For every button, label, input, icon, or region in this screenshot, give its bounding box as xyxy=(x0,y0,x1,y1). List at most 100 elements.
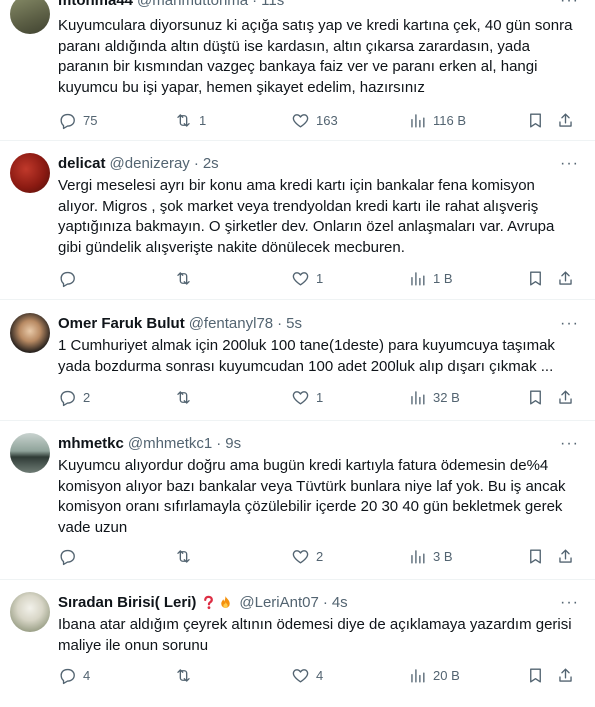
retweet-button[interactable]: 1 xyxy=(174,109,206,131)
share-icon xyxy=(559,389,572,404)
author-handle[interactable]: @LeriAnt07 xyxy=(239,594,318,611)
heart-icon xyxy=(292,549,309,564)
heart-icon xyxy=(292,113,309,128)
timestamp[interactable]: 4s xyxy=(332,594,348,611)
bookmark-button[interactable] xyxy=(526,267,545,289)
action-bar: 2 1 32 B xyxy=(58,386,583,408)
more-options-icon[interactable]: ··· xyxy=(560,315,579,333)
bookmark-icon xyxy=(530,270,541,286)
bookmark-icon xyxy=(530,548,541,564)
heart-icon xyxy=(292,271,309,286)
share-button[interactable] xyxy=(556,267,575,289)
author-name[interactable]: mhmetkc xyxy=(58,435,124,452)
view-count: 116 B xyxy=(433,112,467,128)
reply-button[interactable]: 4 xyxy=(58,664,90,686)
separator-dot: · xyxy=(322,593,328,611)
avatar[interactable] xyxy=(10,153,50,193)
author-name[interactable]: Sıradan Birisi( Leri) xyxy=(58,594,196,611)
share-icon xyxy=(559,548,572,563)
more-options-icon[interactable]: ··· xyxy=(560,155,579,173)
timestamp[interactable]: 5s xyxy=(286,315,302,332)
bookmark-button[interactable] xyxy=(526,545,545,567)
views-button[interactable]: 116 B xyxy=(408,109,466,131)
more-options-icon[interactable]: ··· xyxy=(560,0,579,10)
avatar[interactable] xyxy=(10,0,50,34)
views-chart-icon xyxy=(411,390,425,405)
share-icon xyxy=(559,667,572,682)
reply-count: 4 xyxy=(83,667,91,683)
share-button[interactable] xyxy=(556,664,575,686)
bookmark-button[interactable] xyxy=(526,386,545,408)
like-button[interactable]: 1 xyxy=(291,267,323,289)
like-button[interactable]: 2 xyxy=(291,545,323,567)
author-handle[interactable]: @fentanyl78 xyxy=(189,315,273,332)
tweet-4[interactable]: mhmetkc @mhmetkc1 · 9s ··· Kuyumcu alıyo… xyxy=(0,421,595,580)
tweet-1[interactable]: mtonma44 @manmuttonma · 11s ··· Kuyumcul… xyxy=(0,0,595,141)
avatar[interactable] xyxy=(10,592,50,632)
views-chart-icon xyxy=(411,549,425,564)
views-button[interactable]: 20 B xyxy=(408,664,460,686)
author-handle[interactable]: @mhmetkc1 xyxy=(128,435,212,452)
like-count: 4 xyxy=(316,667,324,683)
reply-button[interactable]: 75 xyxy=(58,109,97,131)
retweet-icon xyxy=(177,271,190,285)
author-name[interactable]: delicat xyxy=(58,155,106,172)
views-button[interactable]: 3 B xyxy=(408,545,453,567)
tweet-5[interactable]: Sıradan Birisi( Leri) @LeriAnt07 · 4s ··… xyxy=(0,580,595,707)
tweet-3[interactable]: Omer Faruk Bulut @fentanyl78 · 5s ··· 1 … xyxy=(0,300,595,421)
retweet-button[interactable] xyxy=(174,386,199,408)
like-button[interactable]: 4 xyxy=(291,664,323,686)
bookmark-button[interactable] xyxy=(526,109,545,131)
retweet-icon xyxy=(177,390,190,404)
view-count: 1 B xyxy=(433,270,453,286)
reply-icon xyxy=(60,668,75,684)
reply-icon xyxy=(60,549,75,565)
retweet-button[interactable] xyxy=(174,267,199,289)
view-count: 20 B xyxy=(433,667,460,683)
views-chart-icon xyxy=(411,271,425,286)
avatar[interactable] xyxy=(10,313,50,353)
views-button[interactable]: 32 B xyxy=(408,386,460,408)
author-handle[interactable]: @manmuttonma xyxy=(137,0,248,9)
retweet-count: 1 xyxy=(199,112,207,128)
bookmark-icon xyxy=(530,112,541,128)
tweet-2[interactable]: delicat @denizeray · 2s ··· Vergi mesele… xyxy=(0,141,595,300)
like-count: 1 xyxy=(316,270,324,286)
more-options-icon[interactable]: ··· xyxy=(560,435,579,453)
separator-dot: · xyxy=(216,434,222,452)
reply-button[interactable]: 2 xyxy=(58,386,90,408)
bookmark-button[interactable] xyxy=(526,664,545,686)
timestamp[interactable]: 11s xyxy=(261,0,284,9)
action-bar: 4 4 20 B xyxy=(58,664,583,686)
share-button[interactable] xyxy=(556,109,575,131)
retweet-button[interactable] xyxy=(174,664,199,686)
like-count: 2 xyxy=(316,548,324,564)
author-name[interactable]: mtonma44 xyxy=(58,0,133,9)
share-button[interactable] xyxy=(556,545,575,567)
separator-dot: · xyxy=(193,154,199,172)
share-icon xyxy=(559,270,572,285)
bookmark-icon xyxy=(530,667,541,683)
avatar[interactable] xyxy=(10,433,50,473)
more-options-icon[interactable]: ··· xyxy=(560,594,579,612)
view-count: 3 B xyxy=(433,548,453,564)
retweet-button[interactable] xyxy=(174,545,199,567)
reply-icon xyxy=(60,390,75,406)
heart-icon xyxy=(292,668,309,683)
views-button[interactable]: 1 B xyxy=(408,267,453,289)
like-button[interactable]: 1 xyxy=(291,386,323,408)
retweet-icon xyxy=(177,668,190,682)
timestamp[interactable]: 9s xyxy=(225,435,241,452)
share-button[interactable] xyxy=(556,386,575,408)
tweet-text: 1 Cumhuriyet almak için 200luk 100 tane(… xyxy=(58,337,560,375)
view-count: 32 B xyxy=(433,389,460,405)
separator-dot: · xyxy=(252,0,258,9)
reply-button[interactable] xyxy=(58,545,83,567)
like-button[interactable]: 163 xyxy=(291,109,338,131)
red-question-mark-icon xyxy=(204,595,214,609)
timestamp[interactable]: 2s xyxy=(203,155,219,172)
author-handle[interactable]: @denizeray xyxy=(110,155,190,172)
tweet-text: Vergi meselesi ayrı bir konu ama kredi k… xyxy=(58,177,559,256)
author-name[interactable]: Omer Faruk Bulut xyxy=(58,315,185,332)
reply-button[interactable] xyxy=(58,267,83,289)
